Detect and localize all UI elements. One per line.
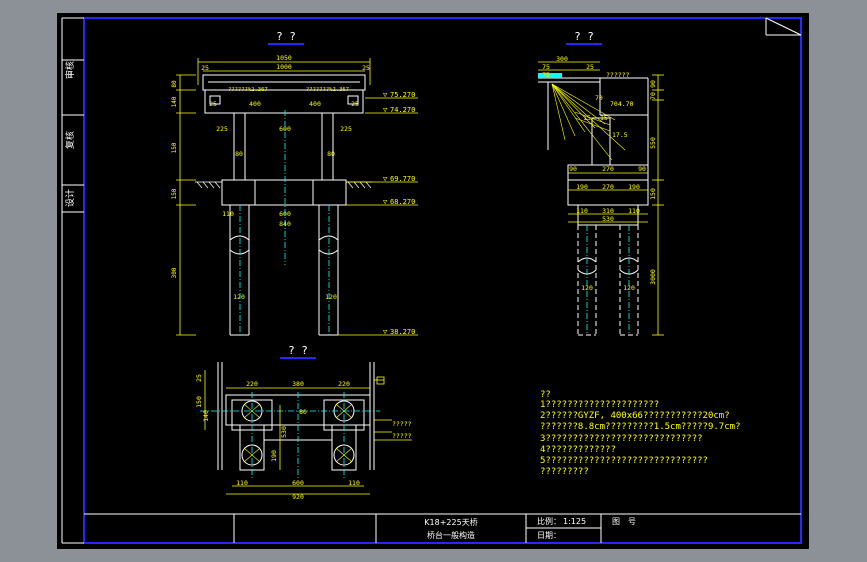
side-h3: 550	[649, 137, 657, 149]
drawing-name: 桥台一般构造	[427, 530, 475, 540]
plan-callout-1: ?????	[392, 420, 412, 428]
scale-value: 1:125	[563, 517, 586, 526]
elev-dim-col-right: 80	[327, 150, 335, 158]
side-h1: 90	[649, 80, 657, 88]
cad-drawing-canvas: 审核 复核 设计 K18+225天桥 桥台一般构造 比例： 1:125 日期： …	[57, 13, 809, 549]
date-label: 日期：	[537, 531, 561, 540]
elev-dim-pile-left: 120	[233, 293, 245, 301]
plan-dim-mid-2: 530	[280, 426, 288, 438]
elev-dim-top-overall: 1050	[276, 54, 292, 62]
elev-height-2: 140	[171, 96, 178, 107]
elev-dim-top-inner: 1000	[276, 63, 292, 71]
note-line-3: ???????8.8cm?????????1.5cm?????9.7cm?	[540, 422, 740, 432]
side-base-3: 110	[628, 207, 640, 215]
plan-dim-top-3: 220	[338, 380, 350, 388]
plan-dim-top-1: 220	[246, 380, 258, 388]
side-dim-top-3: 75	[542, 63, 550, 71]
elev-height-1: 80	[171, 80, 178, 88]
plan-dim-left-3: 140	[202, 410, 210, 422]
elevation-mark-1: 75.270	[390, 91, 415, 99]
side-dim-top-1: 300	[556, 55, 568, 63]
plan-dim-left-1: 25	[195, 374, 203, 382]
side-mid-4: 17.5	[612, 131, 628, 139]
side-foot-3: 190	[628, 183, 640, 191]
side-mid-3: 15	[600, 114, 608, 122]
plan-dim-mid-1: 80	[299, 408, 307, 416]
elev-dim-left-small: 25	[201, 64, 209, 72]
notes-heading: ??	[540, 390, 551, 400]
side-cap-3: 90	[638, 165, 646, 173]
plan-dim-left-2: 150	[195, 396, 203, 408]
elev-dim-footing-left: 110	[222, 210, 234, 218]
side-h2: 70	[649, 92, 657, 100]
elevation-mark-2: 74.270	[390, 106, 415, 114]
side-mid-2: 15	[583, 114, 591, 122]
side-mid-1: 70	[595, 94, 603, 102]
plan-title: ? ?	[288, 344, 308, 357]
project-name: K18+225天桥	[424, 517, 477, 527]
sheet-number-label: 图 号	[612, 517, 636, 526]
note-line-2: 2??????GYZF, 400x66???????????20cm?	[540, 411, 730, 421]
side-h5: 3000	[649, 269, 657, 285]
elev-dim-beam-mid-right: 400	[309, 100, 321, 108]
note-line-6: 5??????????????????????????????	[540, 456, 708, 466]
plan-dim-bot-1: 110	[236, 479, 248, 487]
side-pile-2: 120	[623, 284, 635, 292]
elev-dim-pile-right: 120	[325, 293, 337, 301]
side-h4: 150	[649, 188, 657, 200]
plan-dim-bot-2: 600	[292, 479, 304, 487]
elev-dim-col-left: 80	[235, 150, 243, 158]
note-line-4: 3?????????????????????????????	[540, 434, 703, 444]
elevation-mark-4: 68.270	[390, 198, 415, 206]
elev-slope-left: ??????%2.367	[228, 87, 268, 93]
elev-dim-cap-left: 225	[216, 125, 228, 133]
side-dim-top-2: 25	[586, 63, 594, 71]
note-line-7: ?????????	[540, 467, 589, 477]
side-dim-top-4: 75	[542, 71, 550, 79]
scale-label: 比例：	[537, 516, 561, 526]
elev-dim-beam-mid-left: 400	[249, 100, 261, 108]
plan-dim-mid-3: 190	[270, 450, 278, 462]
side-title: ? ?	[574, 30, 594, 43]
sidebar-label-design: 设计	[64, 189, 76, 207]
sidebar-label-review: 审核	[64, 61, 76, 79]
side-base-2: 310	[602, 207, 614, 215]
plan-callout-2: ?????	[392, 432, 412, 440]
side-cap-2: 270	[602, 165, 614, 173]
side-note-1: ??????	[606, 71, 630, 79]
side-cap-1: 90	[569, 165, 577, 173]
note-line-5: 4?????????????	[540, 445, 616, 455]
side-foot-2: 270	[602, 183, 614, 191]
elevation-mark-3: 69.770	[390, 175, 415, 183]
plan-dim-top-2: 380	[292, 380, 304, 388]
elev-height-4: 150	[171, 188, 178, 199]
drawing-sheet	[57, 13, 809, 549]
plan-dim-bot-total: 920	[292, 493, 304, 501]
side-elev-1: 704.70	[610, 100, 634, 108]
elevation-title: ? ?	[276, 30, 296, 43]
elev-dim-right-small: 25	[362, 64, 370, 72]
note-line-1: 1?????????????????????	[540, 400, 659, 410]
side-base-total: 530	[602, 215, 614, 223]
elev-height-3: 150	[171, 142, 178, 153]
plan-dim-bot-3: 110	[348, 479, 360, 487]
elev-dim-cap-right: 225	[340, 125, 352, 133]
side-base-1: 110	[576, 207, 588, 215]
elevation-mark-5: 38.270	[390, 328, 415, 336]
elev-height-5: 300	[171, 267, 178, 278]
side-pile-1: 120	[581, 284, 593, 292]
elev-slope-right: ???????%2.367	[306, 87, 349, 93]
sidebar-label-check: 复核	[64, 131, 76, 149]
side-foot-1: 190	[576, 183, 588, 191]
